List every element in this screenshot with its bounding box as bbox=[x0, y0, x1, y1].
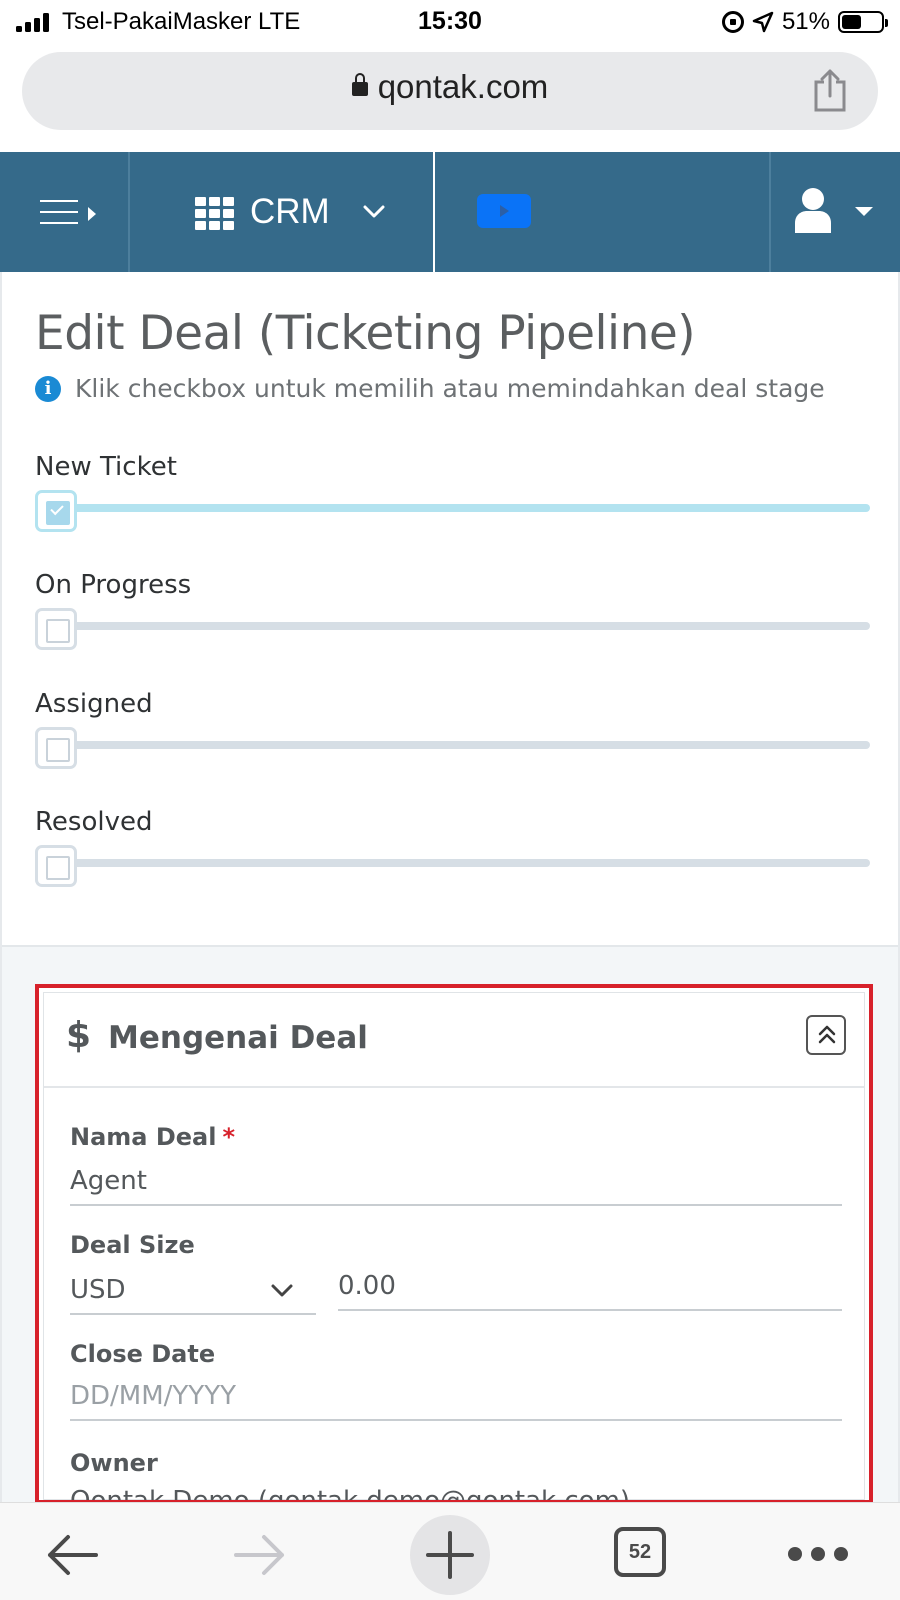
rotation-lock-icon bbox=[721, 11, 744, 33]
stage-label: New Ticket bbox=[35, 452, 177, 482]
required-mark: * bbox=[222, 1123, 236, 1151]
owner-label: Owner bbox=[70, 1449, 158, 1477]
stage-track bbox=[55, 859, 870, 867]
battery-percent: 51% bbox=[781, 8, 830, 35]
stage-track bbox=[55, 622, 870, 630]
stage-checkbox[interactable] bbox=[35, 727, 77, 769]
new-tab-plus-icon[interactable] bbox=[410, 1515, 490, 1595]
tabs-icon[interactable]: 52 bbox=[614, 1527, 666, 1577]
currency-select[interactable]: USD bbox=[70, 1265, 316, 1315]
stage-label: Resolved bbox=[35, 807, 153, 837]
battery-icon bbox=[838, 11, 888, 33]
stage-label: Assigned bbox=[35, 689, 153, 719]
chevron-down-icon bbox=[271, 1284, 293, 1297]
more-icon[interactable] bbox=[788, 1547, 848, 1561]
hint-row: i Klik checkbox untuk memilih atau memin… bbox=[35, 374, 825, 403]
chevron-down-icon bbox=[363, 205, 385, 218]
stage-new-ticket: New Ticket bbox=[35, 452, 870, 542]
apps-grid-icon bbox=[195, 197, 235, 230]
app-nav-bar: CRM bbox=[0, 152, 900, 272]
video-play-icon[interactable] bbox=[477, 194, 531, 228]
panel-header: $ Mengenai Deal bbox=[44, 993, 864, 1088]
main-content: Edit Deal (Ticketing Pipeline) i Klik ch… bbox=[0, 272, 900, 1505]
stage-track bbox=[55, 741, 870, 749]
caret-right-icon bbox=[88, 207, 96, 221]
check-icon bbox=[50, 501, 64, 516]
stage-label: On Progress bbox=[35, 570, 192, 600]
location-arrow-icon bbox=[752, 11, 774, 33]
panel-title: Mengenai Deal bbox=[108, 1020, 368, 1056]
close-date-label: Close Date bbox=[70, 1340, 216, 1368]
dollar-icon: $ bbox=[66, 1015, 92, 1056]
nama-deal-label: Nama Deal * bbox=[70, 1123, 236, 1151]
info-icon: i bbox=[35, 375, 61, 402]
stage-resolved: Resolved bbox=[35, 807, 870, 897]
caret-down-icon bbox=[855, 207, 873, 216]
currency-value: USD bbox=[70, 1275, 126, 1305]
stage-assigned: Assigned bbox=[35, 689, 870, 779]
deal-amount-input[interactable] bbox=[338, 1263, 842, 1311]
lock-icon bbox=[351, 73, 368, 96]
status-bar: Tsel-PakaiMasker LTE 15:30 51% bbox=[0, 0, 900, 46]
forward-arrow-icon[interactable] bbox=[232, 1533, 288, 1577]
stage-track bbox=[55, 504, 870, 512]
stage-on-progress: On Progress bbox=[35, 570, 870, 660]
deal-size-label: Deal Size bbox=[70, 1231, 195, 1259]
module-label: CRM bbox=[250, 192, 330, 231]
stage-checkbox[interactable] bbox=[35, 490, 77, 532]
stage-checkbox[interactable] bbox=[35, 608, 77, 650]
url-text: qontak.com bbox=[377, 68, 549, 105]
sidebar-toggle-button[interactable] bbox=[0, 152, 130, 272]
hint-text: Klik checkbox untuk memilih atau meminda… bbox=[75, 374, 825, 403]
chevrons-up-icon bbox=[818, 1025, 836, 1044]
close-date-input[interactable] bbox=[70, 1373, 842, 1421]
share-icon[interactable] bbox=[812, 68, 848, 112]
module-switcher[interactable]: CRM bbox=[130, 152, 435, 272]
deal-info-panel: $ Mengenai Deal Nama Deal* Deal Size USD bbox=[35, 984, 873, 1504]
page-title: Edit Deal (Ticketing Pipeline) bbox=[35, 306, 696, 361]
user-menu-button[interactable] bbox=[771, 152, 900, 272]
nama-deal-input[interactable] bbox=[70, 1158, 842, 1206]
browser-toolbar: 52 bbox=[0, 1502, 900, 1600]
hamburger-icon bbox=[40, 200, 78, 233]
back-arrow-icon[interactable] bbox=[44, 1533, 100, 1577]
stage-checkbox[interactable] bbox=[35, 845, 77, 887]
collapse-button[interactable] bbox=[806, 1015, 846, 1055]
address-bar[interactable]: qontak.com bbox=[22, 52, 878, 130]
user-icon bbox=[795, 188, 831, 233]
